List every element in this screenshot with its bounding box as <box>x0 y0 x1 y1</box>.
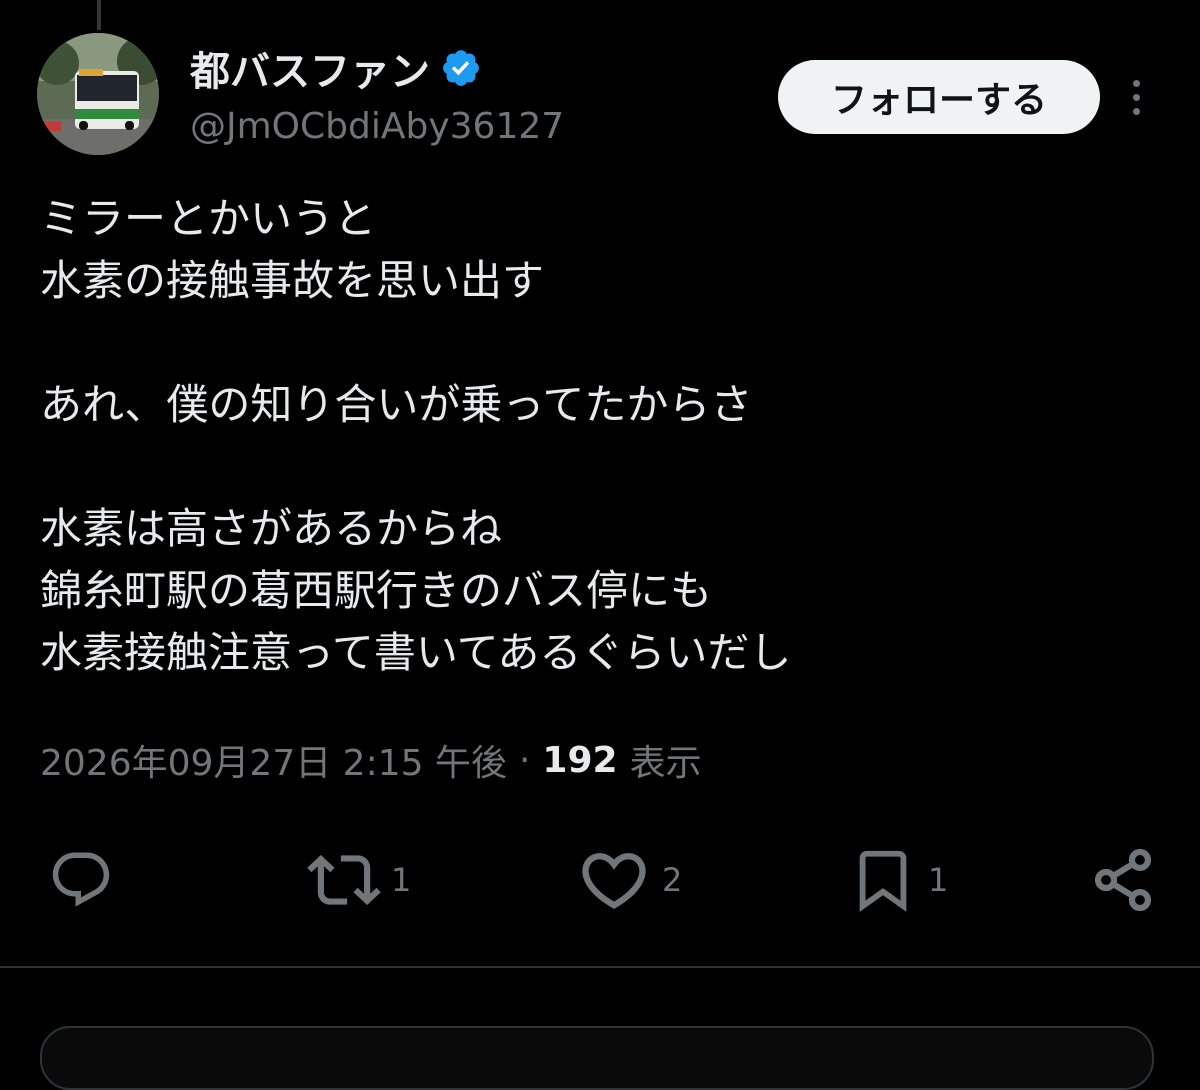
avatar[interactable] <box>37 33 159 155</box>
tweet-text-line: ミラーとかいうと <box>40 194 377 243</box>
like-count: 2 <box>662 861 683 899</box>
follow-button[interactable]: フォローする <box>778 60 1100 134</box>
tweet-meta: 2026年09月27日 2:15 午後 · 192 表示 <box>40 732 702 788</box>
next-post-card[interactable] <box>40 1026 1154 1090</box>
meta-separator: · <box>518 739 531 781</box>
bookmark-button[interactable]: 1 <box>848 840 948 920</box>
tweet-action-bar: 1 2 1 <box>0 840 1200 920</box>
repost-count: 1 <box>391 861 412 899</box>
tweet-text-line: 水素の接触事故を思い出す <box>40 256 545 305</box>
share-icon <box>1094 848 1152 912</box>
tweet-text-line: 水素は高さがあるからね <box>40 504 503 553</box>
tweet-text: ミラーとかいうと 水素の接触事故を思い出す あれ、僕の知り合いが乗ってたからさ … <box>40 188 1160 684</box>
tweet-text-line: 錦糸町駅の葛西駅行きのバス停にも <box>40 566 713 615</box>
views-label: 表示 <box>629 743 702 784</box>
reply-icon <box>52 852 110 907</box>
bus-photo-avatar <box>37 33 159 155</box>
more-dot <box>1132 107 1140 115</box>
more-vertical-icon[interactable] <box>1116 72 1156 122</box>
more-dot <box>1132 79 1140 87</box>
author-handle[interactable]: @JmOCbdiAby36127 <box>190 106 564 147</box>
author-display-name[interactable]: 都バスファン <box>190 39 430 97</box>
tweet-text-line: 水素接触注意って書いてあるぐらいだし <box>40 628 792 677</box>
tweet-text-line <box>40 312 1160 374</box>
reply-button[interactable] <box>48 840 124 920</box>
tweet-timestamp[interactable]: 2026年09月27日 2:15 午後 <box>40 734 507 786</box>
tweet-text-line: あれ、僕の知り合いが乗ってたからさ <box>40 380 753 429</box>
thread-connector-line <box>97 0 101 30</box>
author-name-row: 都バスファン <box>190 40 482 96</box>
bookmark-count: 1 <box>928 861 949 899</box>
share-button[interactable] <box>1086 840 1170 920</box>
more-dot <box>1132 93 1140 101</box>
verified-badge-icon <box>443 50 479 86</box>
divider <box>0 966 1200 968</box>
views-count: 192 <box>542 739 618 781</box>
repost-icon <box>307 854 381 906</box>
tweet-text-line <box>40 436 1160 498</box>
repost-button[interactable]: 1 <box>307 840 411 920</box>
like-button[interactable]: 2 <box>576 840 682 920</box>
heart-icon <box>582 853 646 910</box>
bookmark-icon <box>859 850 907 912</box>
